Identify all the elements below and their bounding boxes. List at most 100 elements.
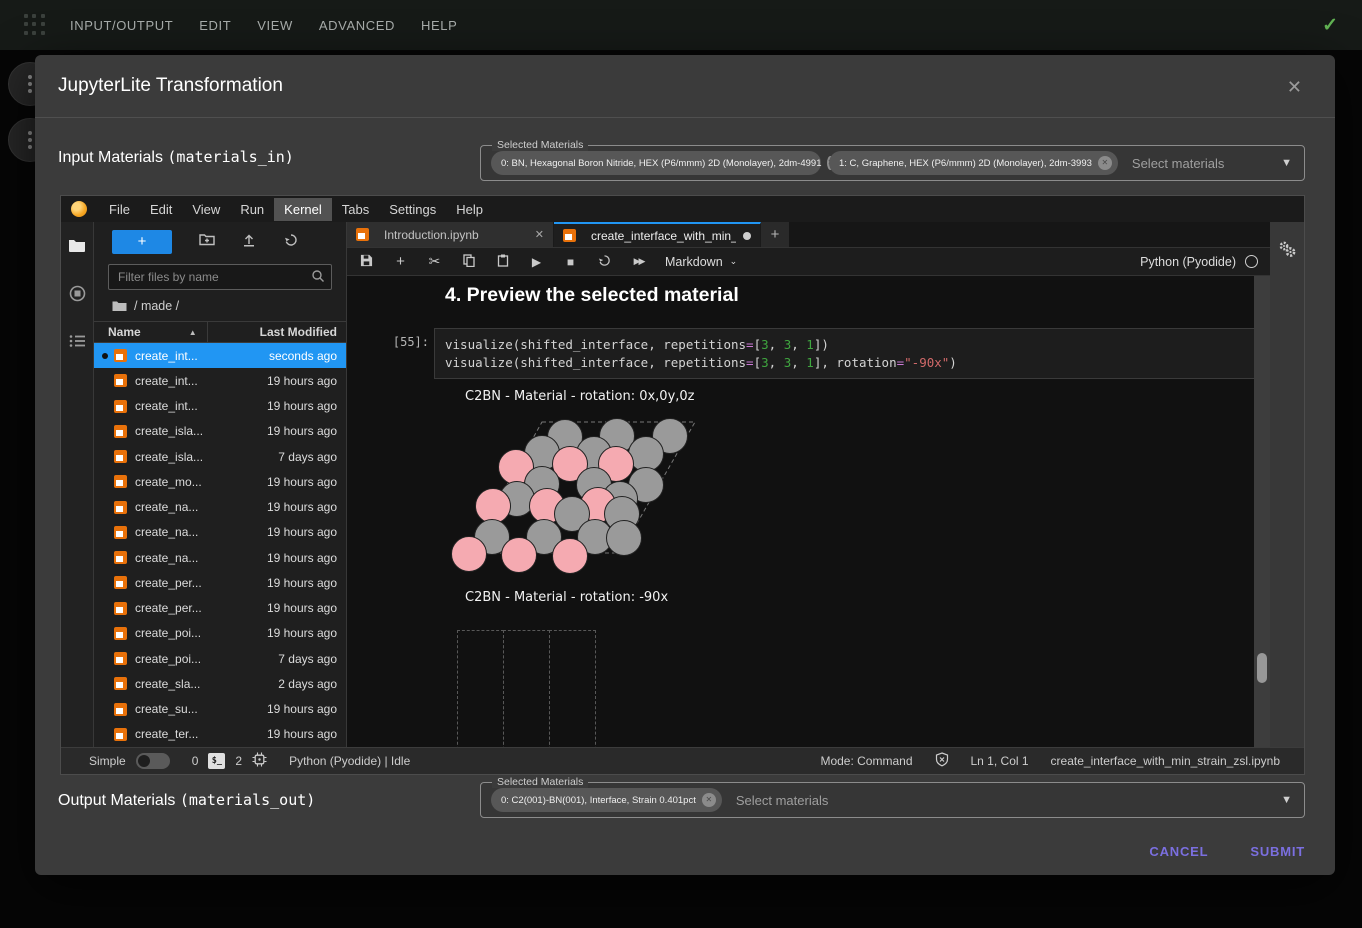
column-divider (207, 322, 208, 342)
file-row[interactable]: create_na... 19 hours ago (94, 520, 346, 545)
jupyter-menu-item[interactable]: Help (446, 198, 493, 221)
app-menu-item[interactable]: HELP (421, 18, 457, 33)
kernel-status-text[interactable]: Python (Pyodide) | Idle (289, 754, 410, 768)
table-of-contents-icon[interactable] (69, 334, 86, 348)
check-icon[interactable]: ✓ (1322, 14, 1338, 37)
output-materials-select[interactable]: Selected Materials 0: C2(001)-BN(001), I… (480, 782, 1305, 818)
app-menu-item[interactable]: ADVANCED (319, 18, 395, 33)
refresh-icon[interactable] (282, 233, 300, 252)
file-row[interactable]: create_na... 19 hours ago (94, 495, 346, 520)
app-menu-item[interactable]: INPUT/OUTPUT (70, 18, 173, 33)
settings-gears-icon[interactable] (1278, 240, 1296, 747)
chip-remove-icon[interactable]: ✕ (702, 793, 716, 807)
cell-type-dropdown[interactable]: Markdown ⌄ (665, 255, 737, 269)
file-name: create_int... (135, 374, 198, 388)
running-sessions-icon[interactable] (69, 285, 86, 302)
file-row[interactable]: create_sla... 2 days ago (94, 671, 346, 696)
notebook-file-icon (114, 627, 127, 640)
file-row[interactable]: create_poi... 7 days ago (94, 646, 346, 671)
jupyter-menu-item[interactable]: Run (230, 198, 274, 221)
sort-ascending-icon[interactable]: ▲ (189, 328, 197, 337)
app-menu-item[interactable]: EDIT (199, 18, 231, 33)
dropdown-caret-icon[interactable]: ▼ (1281, 157, 1292, 169)
material-chip[interactable]: 0: BN, Hexagonal Boron Nitride, HEX (P6/… (491, 151, 821, 175)
new-folder-icon[interactable] (198, 233, 216, 251)
figure2-cell-outline (458, 630, 596, 747)
file-row[interactable]: create_ter... 19 hours ago (94, 722, 346, 747)
file-row[interactable]: create_per... 19 hours ago (94, 570, 346, 595)
tab-close-icon[interactable]: ✕ (535, 228, 544, 241)
file-name: create_int... (135, 349, 198, 363)
output-materials-text: Output Materials (58, 792, 180, 809)
app-menu-item[interactable]: VIEW (257, 18, 293, 33)
file-list-header: Name ▲ Last Modified (94, 321, 346, 343)
notebook-file-icon (114, 450, 127, 463)
upload-icon[interactable] (240, 233, 258, 252)
restart-kernel-icon[interactable] (597, 254, 612, 270)
terminal-icon[interactable]: $_ (208, 753, 225, 769)
jupyterlite-widget: FileEditViewRunKernelTabsSettingsHelp (60, 195, 1305, 775)
copy-cells-icon[interactable] (461, 254, 476, 270)
notebook-scrollbar[interactable] (1254, 276, 1270, 747)
material-chip[interactable]: 0: C2(001)-BN(001), Interface, Strain 0.… (491, 788, 722, 812)
jupyter-menu-item[interactable]: Tabs (332, 198, 379, 221)
paste-cells-icon[interactable] (495, 254, 510, 270)
notebook-file-icon (114, 400, 127, 413)
jupyter-menu-item[interactable]: Kernel (274, 198, 332, 221)
file-row[interactable]: create_su... 19 hours ago (94, 697, 346, 722)
kernel-indicator[interactable]: Python (Pyodide) (1140, 255, 1258, 269)
save-icon[interactable] (359, 254, 374, 270)
filter-files-input[interactable] (108, 264, 332, 290)
file-row[interactable]: create_isla... 7 days ago (94, 444, 346, 469)
file-row[interactable]: create_int... seconds ago (94, 343, 346, 368)
code-cell[interactable]: visualize(shifted_interface, repetitions… (434, 328, 1255, 379)
cancel-button[interactable]: CANCEL (1149, 844, 1208, 859)
file-browser: + (94, 222, 347, 747)
simple-mode-toggle[interactable] (136, 753, 170, 769)
kernel-chip-icon[interactable] (252, 752, 267, 770)
cursor-position[interactable]: Ln 1, Col 1 (971, 754, 1029, 768)
jupyter-menu-item[interactable]: Settings (379, 198, 446, 221)
file-row[interactable]: create_per... 19 hours ago (94, 596, 346, 621)
dropdown-caret-icon[interactable]: ▼ (1281, 794, 1292, 806)
file-modified: 19 hours ago (267, 424, 346, 438)
file-row[interactable]: create_poi... 19 hours ago (94, 621, 346, 646)
stop-kernel-icon[interactable]: ■ (563, 255, 578, 269)
tab-introduction[interactable]: Introduction.ipynb ✕ (347, 222, 554, 247)
trust-shield-icon[interactable] (935, 752, 949, 770)
column-last-modified[interactable]: Last Modified (260, 325, 346, 339)
new-launcher-button[interactable]: + (112, 230, 172, 254)
app-menu-bar: INPUT/OUTPUT EDIT VIEW ADVANCED HELP ✓ (0, 0, 1362, 50)
column-name[interactable]: Name (94, 325, 141, 339)
tab-create-interface[interactable]: create_interface_with_min_ (554, 222, 761, 247)
file-row[interactable]: create_isla... 19 hours ago (94, 419, 346, 444)
breadcrumb[interactable]: / made / (94, 290, 346, 321)
file-browser-icon[interactable] (68, 238, 86, 253)
output-chips: 0: C2(001)-BN(001), Interface, Strain 0.… (491, 788, 722, 812)
file-row[interactable]: create_mo... 19 hours ago (94, 469, 346, 494)
close-icon[interactable]: ✕ (1287, 77, 1302, 98)
submit-button[interactable]: SUBMIT (1250, 844, 1305, 859)
jupyter-menu-item[interactable]: File (99, 198, 140, 221)
file-row[interactable]: create_int... 19 hours ago (94, 394, 346, 419)
file-row[interactable]: create_int... 19 hours ago (94, 368, 346, 393)
run-cell-icon[interactable]: ▶ (529, 255, 544, 269)
select-materials-placeholder: Select materials (736, 793, 828, 808)
mode-indicator[interactable]: Mode: Command (820, 754, 912, 768)
add-tab-button[interactable]: + (761, 222, 789, 247)
jupyter-menu-item[interactable]: View (182, 198, 230, 221)
cut-cells-icon[interactable]: ✂ (427, 253, 442, 270)
jupyter-menu-item[interactable]: Edit (140, 198, 182, 221)
material-chip[interactable]: 1: C, Graphene, HEX (P6/mmm) 2D (Monolay… (829, 151, 1118, 175)
cell-type-value: Markdown (665, 255, 723, 269)
add-cell-icon[interactable]: + (393, 253, 408, 270)
notebook-file-icon (114, 576, 127, 589)
input-materials-select[interactable]: Selected Materials 0: BN, Hexagonal Boro… (480, 145, 1305, 181)
select-materials-placeholder: Select materials (1132, 156, 1224, 171)
file-row[interactable]: create_na... 19 hours ago (94, 545, 346, 570)
scrollbar-thumb[interactable] (1257, 653, 1267, 683)
notebook-content[interactable]: 4. Preview the selected material [55]: v… (347, 276, 1270, 747)
restart-run-all-icon[interactable]: ▶▶ (631, 256, 646, 267)
notebook-file-icon (356, 228, 369, 241)
chip-remove-icon[interactable]: ✕ (1098, 156, 1112, 170)
